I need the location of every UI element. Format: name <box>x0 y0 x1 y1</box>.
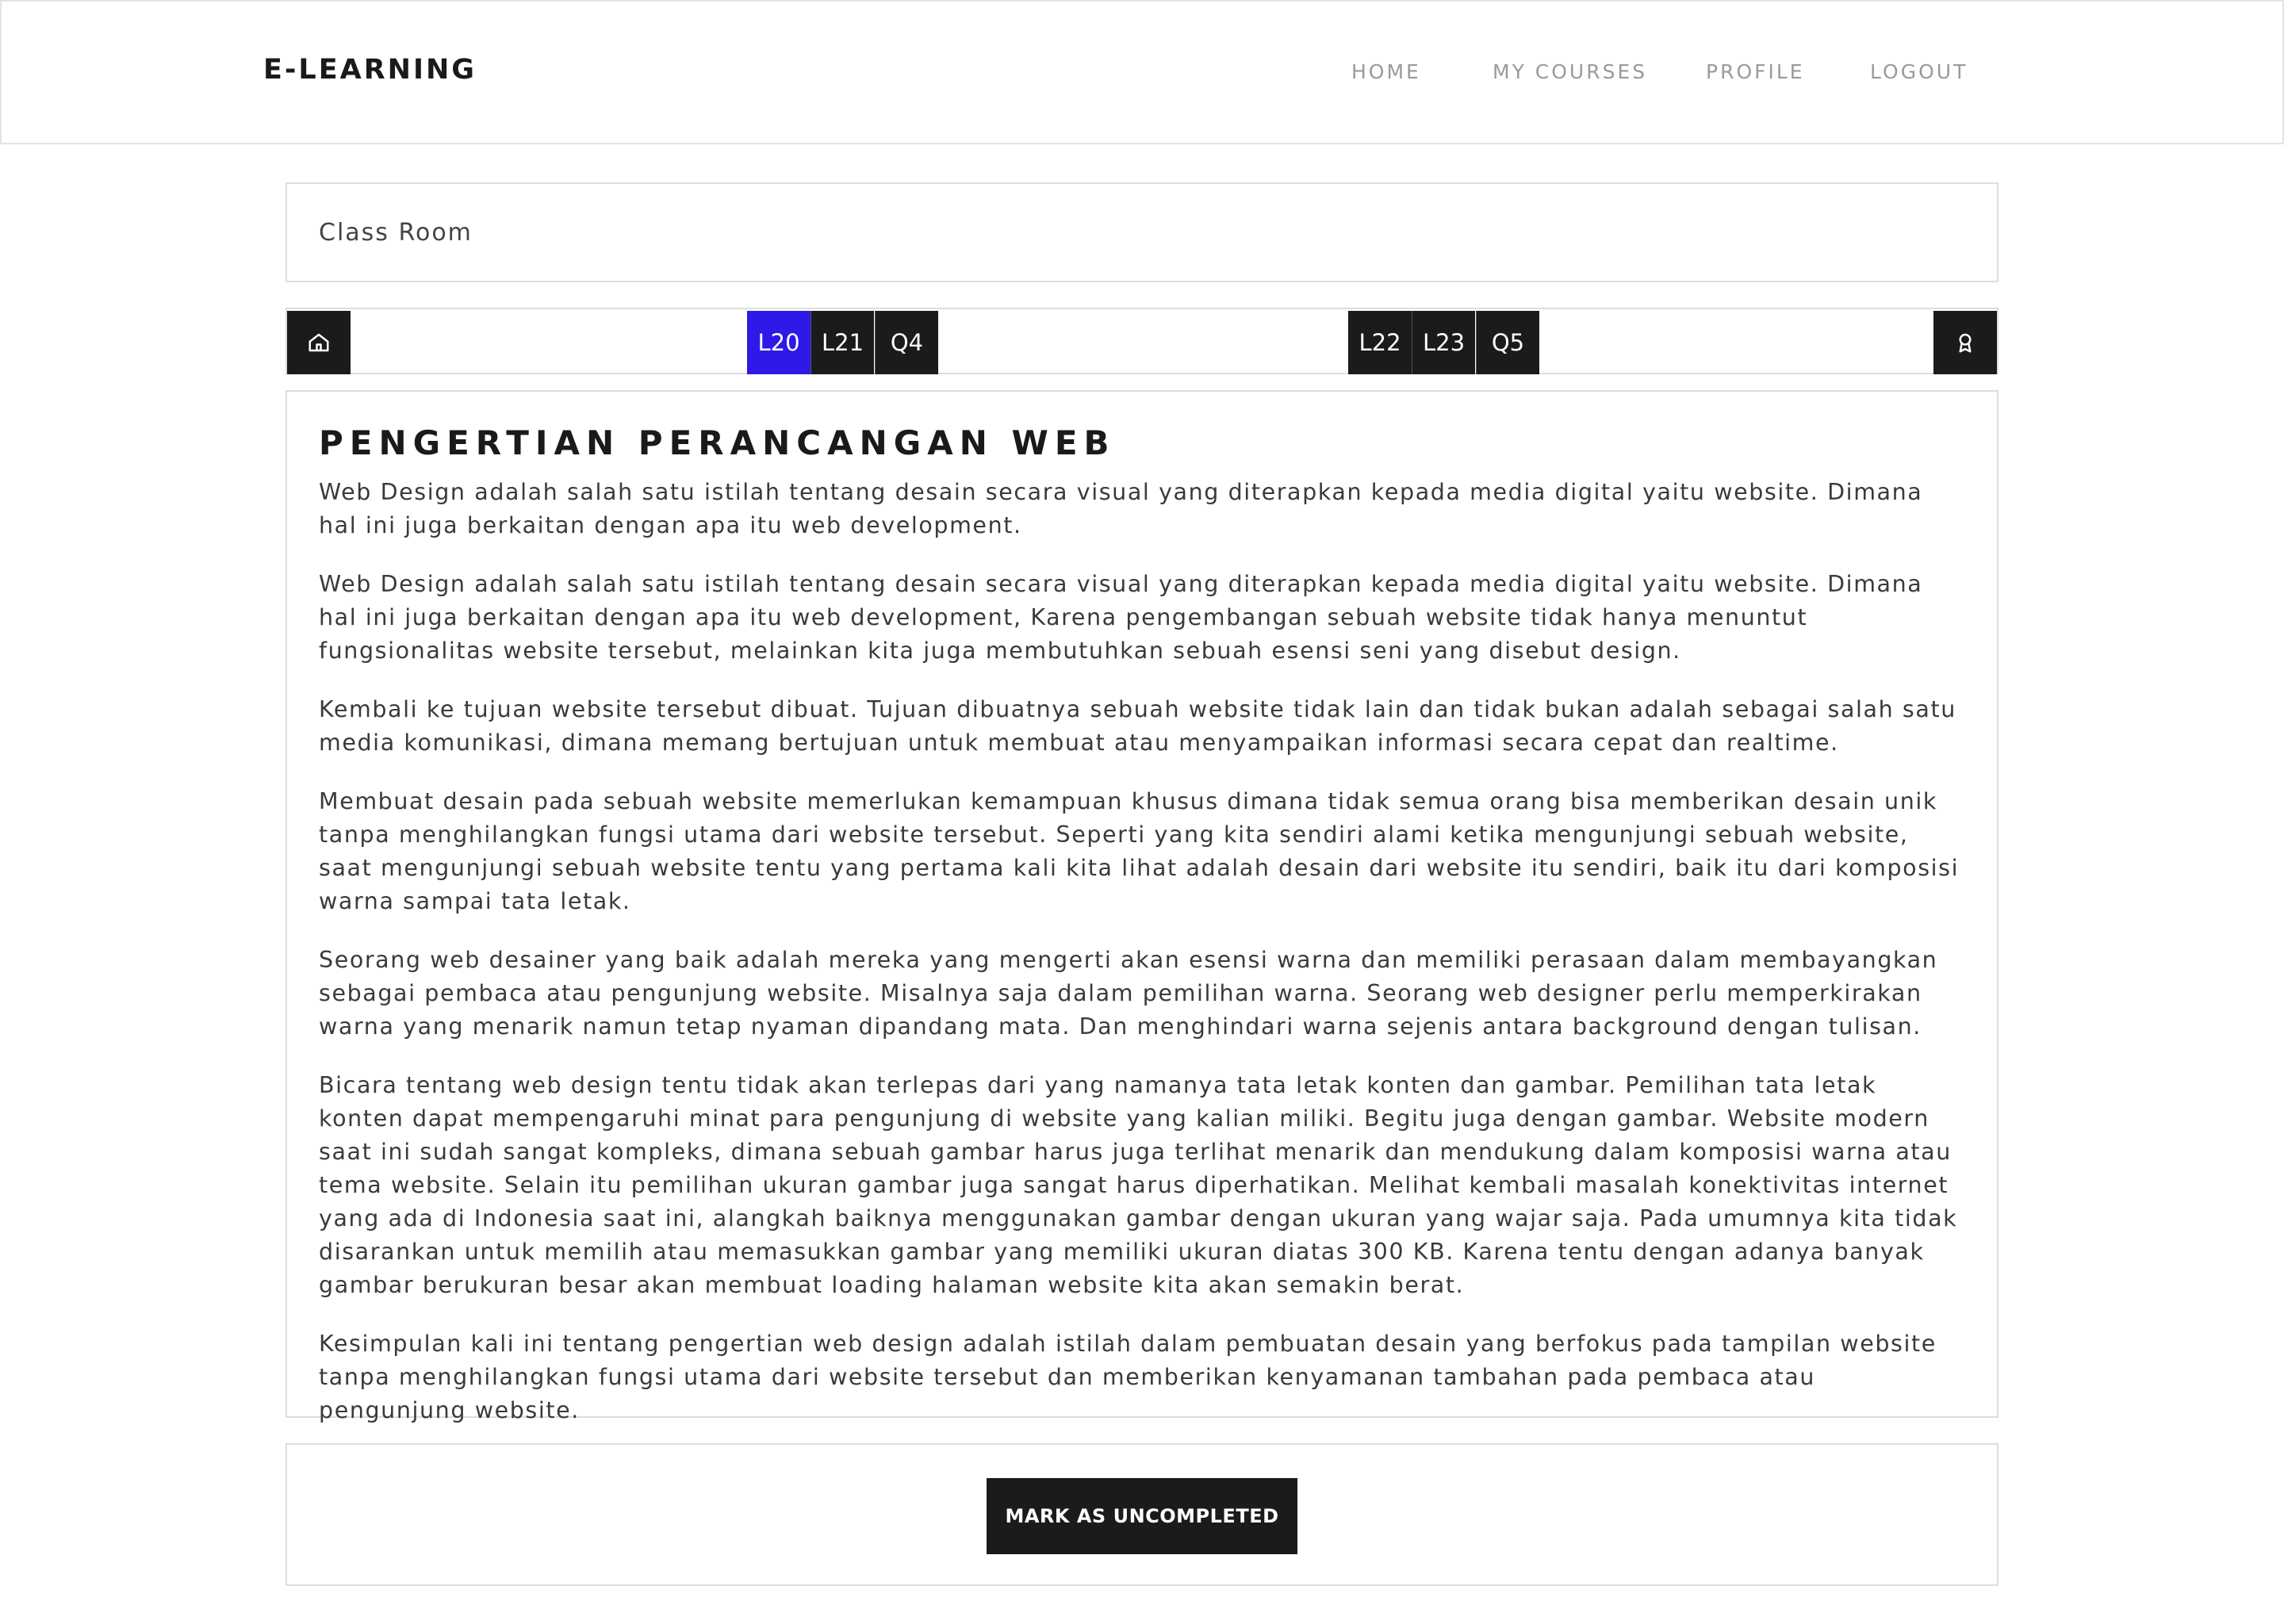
classroom-label: Class Room <box>319 219 473 247</box>
nav-profile[interactable]: PROFILE <box>1706 60 1805 83</box>
lesson-paragraph: Web Design adalah salah satu istilah ten… <box>319 479 1923 538</box>
lesson-paragraph: Membuat desain pada sebuah website memer… <box>319 788 1960 914</box>
lesson-paragraph: Kesimpulan kali ini tentang pengertian w… <box>319 1331 1937 1423</box>
lesson-content-panel: PENGERTIAN PERANCANGAN WEB Web Design ad… <box>286 390 1998 1423</box>
home-icon <box>308 333 329 352</box>
lesson-l22-button[interactable]: L22 <box>1348 311 1412 374</box>
lesson-paragraph: Seorang web desainer yang baik adalah me… <box>319 947 1938 1040</box>
lesson-title: PENGERTIAN PERANCANGAN WEB <box>319 423 1116 462</box>
nav-logout[interactable]: LOGOUT <box>1870 60 1968 83</box>
lesson-l23-button[interactable]: L23 <box>1412 311 1475 374</box>
lesson-paragraph: Web Design adalah salah satu istilah ten… <box>319 571 1923 664</box>
quiz-q5-button[interactable]: Q5 <box>1476 311 1539 374</box>
lesson-nav-bar: L20 L21 Q4 L22 L23 Q5 <box>286 308 1998 374</box>
home-lesson-button[interactable] <box>287 311 351 374</box>
action-panel: MARK AS UNCOMPLETED <box>286 1443 1998 1586</box>
lesson-l20-button[interactable]: L20 <box>747 311 811 374</box>
top-navbar: E-LEARNING HOME MY COURSES PROFILE LOGOU… <box>0 0 2284 144</box>
mark-uncompleted-button[interactable]: MARK AS UNCOMPLETED <box>987 1478 1297 1554</box>
quiz-q4-button[interactable]: Q4 <box>875 311 938 374</box>
lesson-body: Web Design adalah salah satu istilah ten… <box>319 476 1968 1453</box>
nav-home[interactable]: HOME <box>1351 60 1421 83</box>
certificate-button[interactable] <box>1933 311 1997 374</box>
award-icon <box>1959 333 1972 353</box>
classroom-panel: Class Room <box>286 182 1998 282</box>
nav-my-courses[interactable]: MY COURSES <box>1493 60 1647 83</box>
lesson-l21-button[interactable]: L21 <box>811 311 874 374</box>
lesson-paragraph: Bicara tentang web design tentu tidak ak… <box>319 1072 1958 1298</box>
nav-links: HOME MY COURSES PROFILE LOGOUT <box>2 60 2282 92</box>
lesson-paragraph: Kembali ke tujuan website tersebut dibua… <box>319 696 1956 756</box>
